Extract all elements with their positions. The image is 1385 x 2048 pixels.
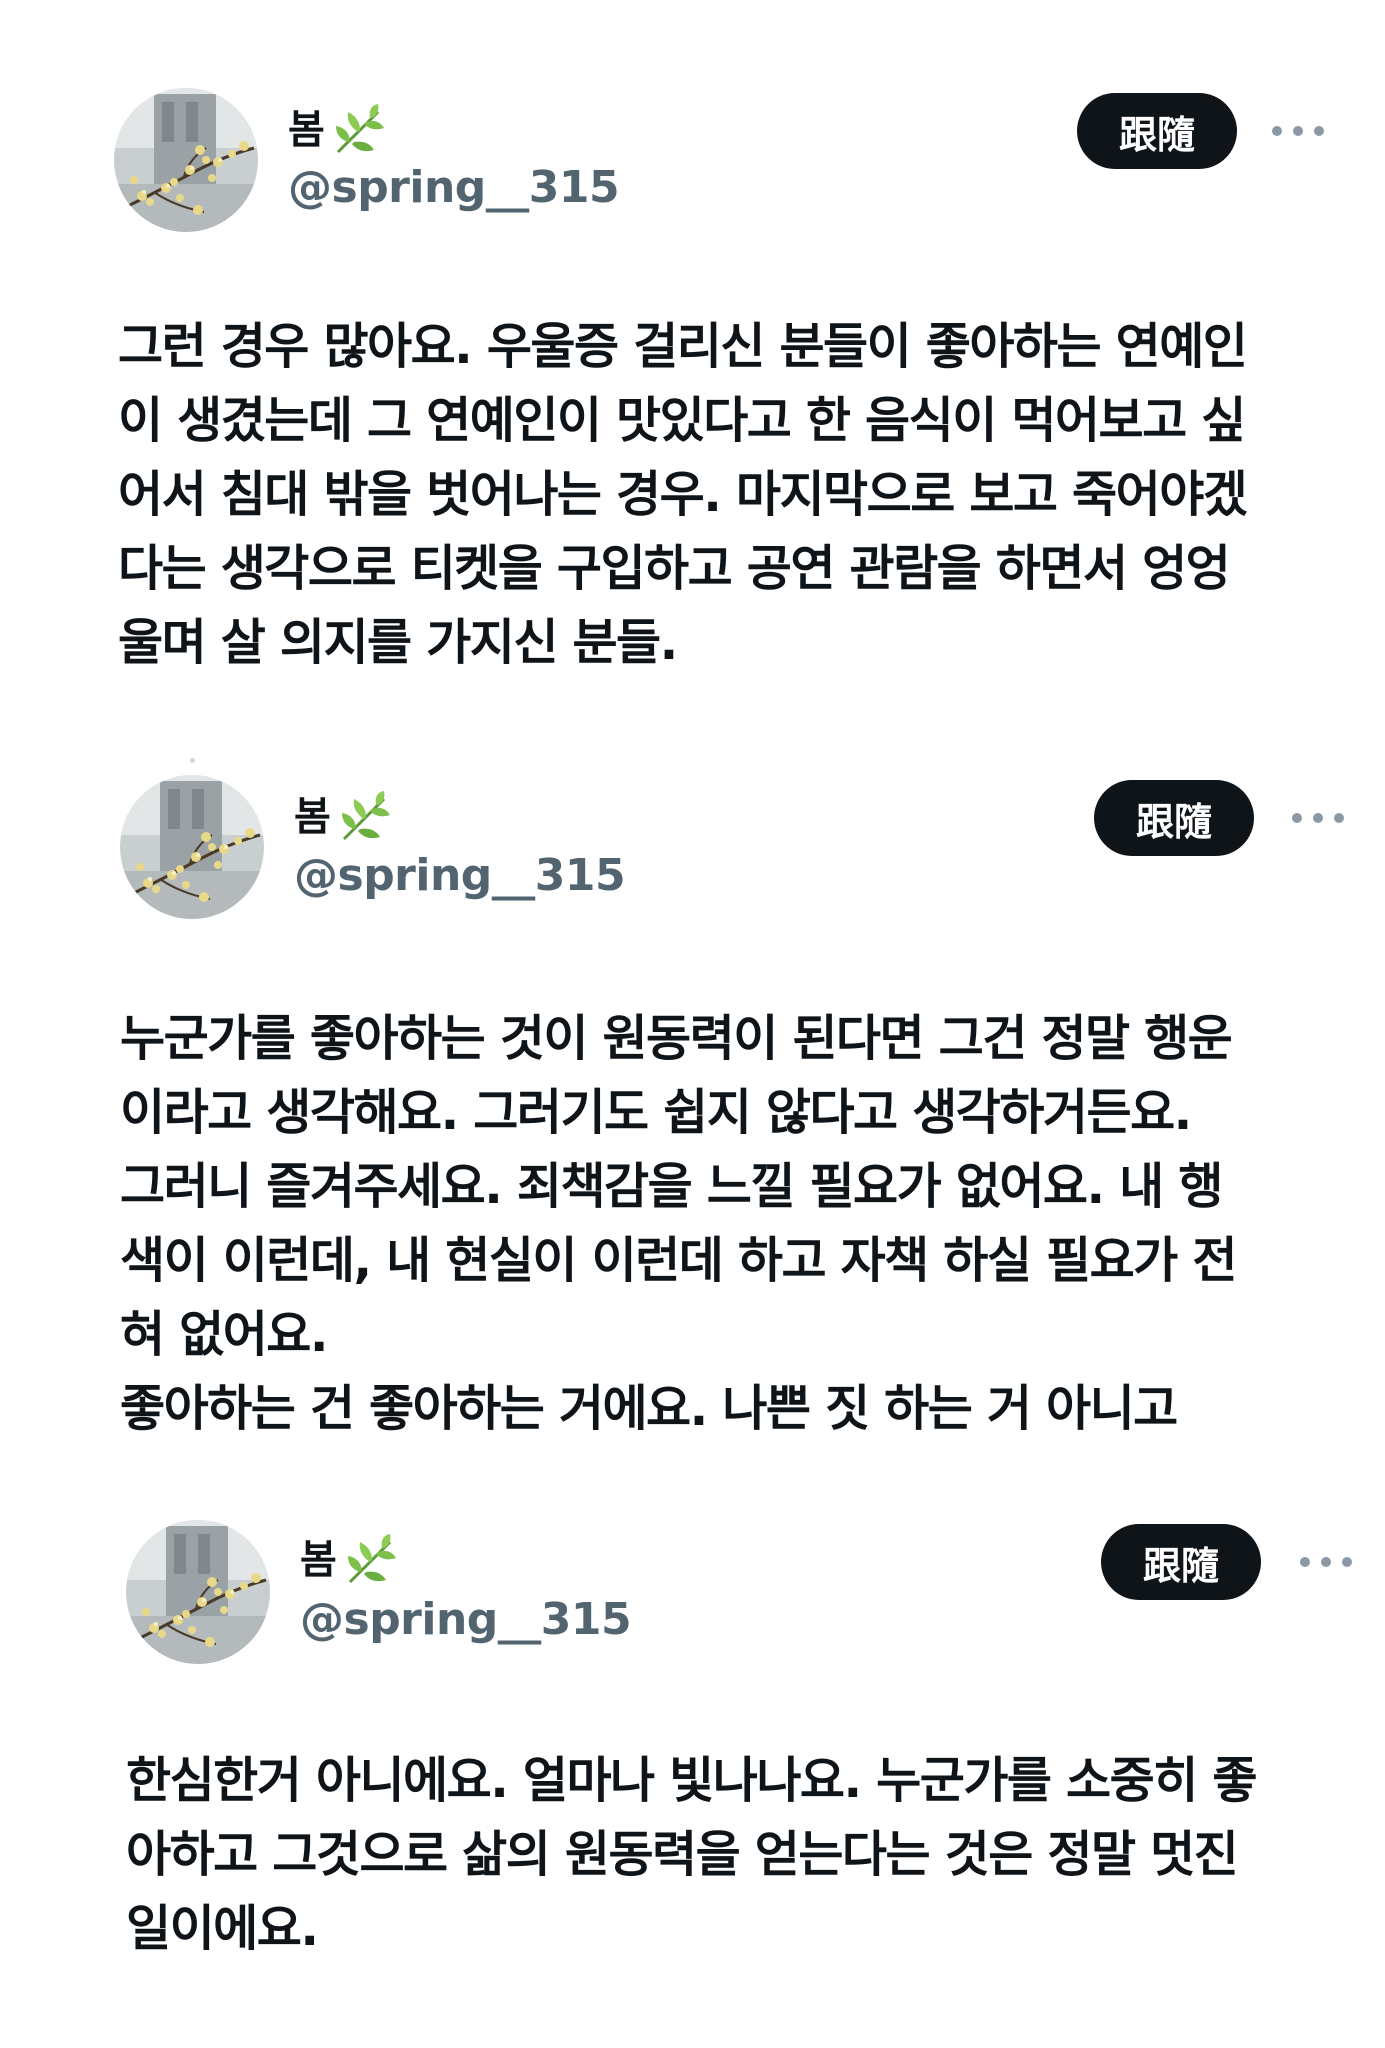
avatar-image [126,1520,270,1664]
post-text: 한심한거 아니에요. 얼마나 빛나나요. 누군가를 소중히 좋 아하고 그것으로… [126,1752,1257,1957]
author-name-row: 봄 [300,1530,398,1590]
more-horizontal-icon[interactable] [1300,1552,1352,1572]
display-name[interactable]: 봄 [300,1530,337,1590]
avatar[interactable] [126,1520,270,1664]
herb-leaf-icon [342,1532,398,1588]
follow-button[interactable]: 跟隨 [1101,1524,1261,1600]
user-handle[interactable]: @spring__315 [300,1590,632,1650]
post-3: 봄 @spring__315 跟隨 한심한거 아니에요. 얼마나 빛나나요. 누… [0,0,1385,2048]
